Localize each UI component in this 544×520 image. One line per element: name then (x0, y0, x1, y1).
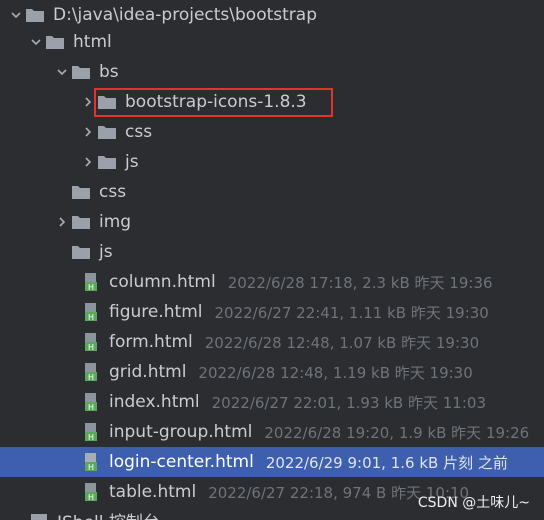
folder-icon (96, 147, 118, 177)
folder-icon (44, 27, 66, 57)
chevron-down-icon[interactable] (54, 57, 70, 87)
svg-text:H: H (88, 343, 94, 352)
svg-text:H: H (88, 493, 94, 502)
chevron-right-icon[interactable] (54, 207, 70, 237)
root-folder-label: D:\java\idea-projects\bootstrap (53, 5, 317, 25)
tree-row-css[interactable]: css (0, 177, 544, 207)
html-file-icon: H (80, 417, 102, 447)
file-meta: 2022/6/28 19:20, 1.9 kB 昨天 19:26 (264, 423, 530, 442)
file-name: table.html (109, 482, 197, 502)
file-meta: 2022/6/27 22:41, 1.11 kB 昨天 19:30 (214, 303, 489, 322)
file-meta: 2022/6/28 12:48, 1.19 kB 昨天 19:30 (198, 363, 473, 382)
file-name: figure.html (109, 302, 203, 322)
folder-icon (96, 87, 118, 117)
folder-icon (96, 117, 118, 147)
file-meta: 2022/6/28 12:48, 1.07 kB 昨天 19:30 (204, 333, 480, 352)
file-meta: 2022/6/29 9:01, 1.6 kB 片刻 之前 (265, 453, 508, 472)
file-name: column.html (109, 272, 216, 292)
file-row-figure[interactable]: H figure.html 2022/6/27 22:41, 1.11 kB 昨… (0, 297, 544, 327)
bs-folder-label: bs (99, 62, 119, 82)
html-file-icon: H (80, 267, 102, 297)
tree-row-html[interactable]: html (0, 27, 544, 57)
svg-text:H: H (88, 403, 94, 412)
file-row-form[interactable]: H form.html 2022/6/28 12:48, 1.07 kB 昨天 … (0, 327, 544, 357)
tree-row-bs-css[interactable]: css (0, 117, 544, 147)
file-name: input-group.html (109, 422, 253, 442)
file-row-column[interactable]: H column.html 2022/6/28 17:18, 2.3 kB 昨天… (0, 267, 544, 297)
svg-text:H: H (88, 373, 94, 382)
bs-js-folder-label: js (125, 152, 139, 172)
bootstrap-icons-folder-label: bootstrap-icons-1.8.3 (125, 92, 307, 112)
file-meta: 2022/6/27 22:01, 1.93 kB 昨天 11:03 (211, 393, 486, 412)
html-file-icon: H (80, 327, 102, 357)
html-folder-label: html (73, 32, 112, 52)
svg-text:H: H (88, 433, 94, 442)
project-tree: D:\java\idea-projects\bootstrap html bs … (0, 0, 544, 520)
folder-icon (70, 237, 92, 267)
html-file-icon: H (80, 447, 102, 477)
js-folder-label: js (99, 242, 113, 262)
console-icon (28, 505, 50, 520)
tree-row-bs-js[interactable]: js (0, 147, 544, 177)
file-row-grid[interactable]: H grid.html 2022/6/28 12:48, 1.19 kB 昨天 … (0, 357, 544, 387)
folder-icon (24, 0, 46, 30)
folder-icon (70, 57, 92, 87)
svg-text:H: H (88, 313, 94, 322)
bs-css-folder-label: css (125, 122, 153, 142)
folder-icon (70, 177, 92, 207)
file-meta: 2022/6/28 17:18, 2.3 kB 昨天 19:36 (227, 273, 493, 292)
file-row-login-center[interactable]: H login-center.html 2022/6/29 9:01, 1.6 … (0, 447, 544, 477)
html-file-icon: H (80, 357, 102, 387)
file-row-index[interactable]: H index.html 2022/6/27 22:01, 1.93 kB 昨天… (0, 387, 544, 417)
chevron-down-icon[interactable] (28, 27, 44, 57)
html-file-icon: H (80, 477, 102, 507)
chevron-down-icon[interactable] (8, 0, 24, 30)
folder-icon (70, 207, 92, 237)
tree-row-bs[interactable]: bs (0, 57, 544, 87)
svg-text:H: H (88, 283, 94, 292)
watermark: CSDN @土味儿~ (417, 495, 530, 511)
chevron-right-icon[interactable] (80, 147, 96, 177)
file-name: grid.html (109, 362, 187, 382)
tree-row-bootstrap-icons[interactable]: bootstrap-icons-1.8.3 (0, 87, 544, 117)
jshell-console-label: JShell 控制台 (57, 508, 160, 520)
file-name: form.html (109, 332, 193, 352)
css-folder-label: css (99, 182, 127, 202)
svg-text:H: H (88, 463, 94, 472)
chevron-right-icon[interactable] (80, 117, 96, 147)
file-name: login-center.html (109, 452, 254, 472)
tree-row-root[interactable]: D:\java\idea-projects\bootstrap (0, 0, 544, 30)
img-folder-label: img (99, 212, 132, 232)
html-file-icon: H (80, 387, 102, 417)
chevron-right-icon[interactable] (80, 87, 96, 117)
tree-row-img[interactable]: img (0, 207, 544, 237)
file-name: index.html (109, 392, 200, 412)
tree-row-js[interactable]: js (0, 237, 544, 267)
file-row-input-group[interactable]: H input-group.html 2022/6/28 19:20, 1.9 … (0, 417, 544, 447)
html-file-icon: H (80, 297, 102, 327)
